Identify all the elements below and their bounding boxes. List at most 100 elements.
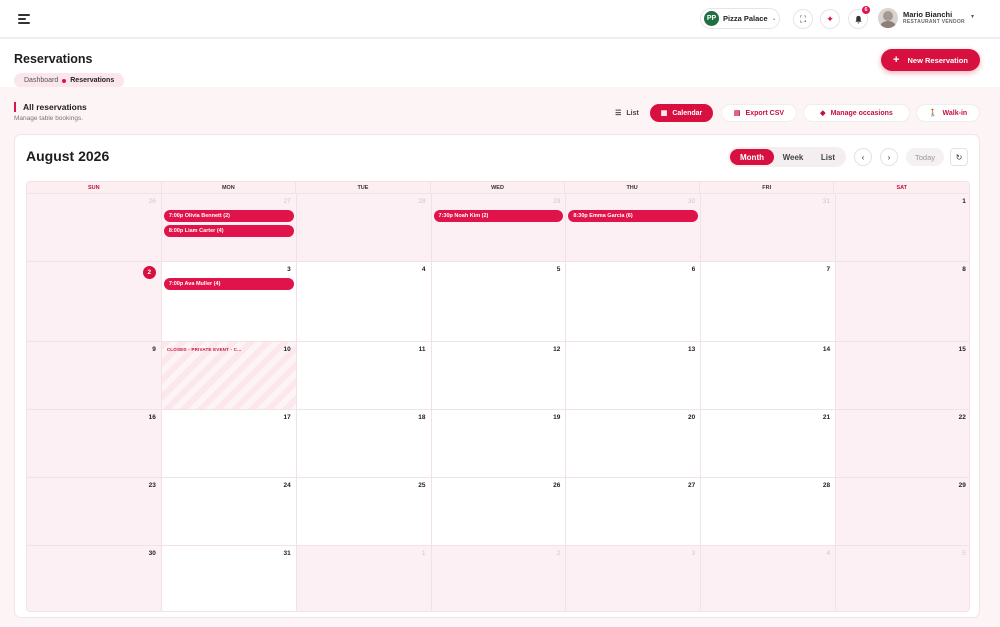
calendar-day-cell[interactable]: 24 bbox=[161, 478, 297, 545]
calendar-month-title: August 2026 bbox=[26, 148, 110, 164]
weekday-label: FRI bbox=[700, 182, 835, 193]
day-number: 30 bbox=[687, 198, 696, 205]
month-mode-button[interactable]: Month bbox=[730, 149, 774, 165]
calendar-day-cell[interactable]: 2 bbox=[431, 546, 567, 611]
new-reservation-label: New Reservation bbox=[907, 55, 968, 65]
fullscreen-button[interactable]: ⛶ bbox=[793, 9, 813, 29]
calendar-day-cell[interactable]: 29 bbox=[836, 478, 969, 545]
calendar-day-cell[interactable]: 3 7:00p Ava Muller (4) bbox=[161, 262, 297, 341]
day-number: 27 bbox=[283, 198, 291, 205]
day-number: 26 bbox=[553, 482, 561, 489]
calendar-day-cell[interactable]: 30 8:30p Emma Garcia (6) bbox=[566, 194, 702, 261]
weekday-label: SAT bbox=[896, 185, 908, 191]
calendar-day-cell[interactable]: 5 bbox=[836, 546, 969, 611]
list-mode-button[interactable]: List bbox=[812, 149, 844, 165]
day-number: 22 bbox=[958, 414, 966, 421]
notifications-button[interactable]: 6 bbox=[848, 5, 871, 29]
avatar[interactable] bbox=[878, 8, 898, 28]
calendar-day-cell[interactable]: 13 bbox=[566, 342, 702, 409]
calendar-day-cell[interactable]: 29 7:30p Noah Kim (2) bbox=[431, 194, 567, 261]
day-number: 31 bbox=[822, 198, 831, 205]
day-number: 17 bbox=[283, 414, 291, 421]
list-view-button[interactable]: ☰ List bbox=[608, 104, 646, 122]
calendar-day-cell[interactable]: 4 bbox=[296, 262, 432, 341]
user-menu-chevron-icon[interactable]: ▾ bbox=[971, 13, 974, 20]
day-number: 18 bbox=[418, 414, 426, 421]
calendar-day-cell[interactable]: 27 7:00p Olivia Bennett (2) 8:00p Liam Car… bbox=[161, 194, 297, 261]
calendar-day-cell[interactable]: 26 bbox=[27, 194, 162, 261]
walk-in-button[interactable]: 🚶 Walk-in bbox=[916, 104, 980, 122]
walking-person-icon: 🚶 bbox=[928, 110, 938, 117]
calendar-day-cell[interactable]: 28 bbox=[701, 478, 837, 545]
calendar-day-cell[interactable]: 1 bbox=[296, 546, 432, 611]
calendar-day-cell[interactable]: 8 bbox=[836, 262, 969, 341]
calendar-day-cell[interactable]: 21 bbox=[701, 410, 837, 477]
previous-month-button[interactable]: ‹ bbox=[854, 148, 872, 166]
ai-assistant-button[interactable]: ✦ bbox=[820, 9, 840, 29]
calendar-day-cell[interactable]: 31 bbox=[701, 194, 837, 261]
export-csv-button[interactable]: ▤ Export CSV bbox=[721, 104, 797, 122]
manage-occasions-button[interactable]: ◆ Manage occasions bbox=[803, 104, 910, 122]
day-number: 10 bbox=[283, 346, 291, 353]
calendar-day-cell[interactable]: 27 bbox=[566, 478, 702, 545]
day-number: 31 bbox=[283, 550, 291, 557]
refresh-button[interactable]: ↻ bbox=[950, 148, 968, 166]
calendar-day-cell[interactable]: 15 bbox=[836, 342, 969, 409]
calendar-day-cell[interactable]: 2 bbox=[27, 262, 162, 341]
calendar-day-cell[interactable]: 31 bbox=[161, 546, 297, 611]
day-number: 9 bbox=[152, 346, 156, 353]
calendar-day-cell[interactable]: 7 bbox=[701, 262, 837, 341]
calendar-day-cell[interactable]: 28 bbox=[296, 194, 432, 261]
calendar-day-cell[interactable]: 3 bbox=[566, 546, 702, 611]
menu-icon[interactable] bbox=[18, 14, 30, 24]
calendar-week-row: 23 24 25 26 27 28 29 bbox=[27, 478, 969, 546]
file-icon: ▤ bbox=[733, 110, 741, 117]
user-role: RESTAURANT VENDOR bbox=[903, 19, 965, 25]
day-number: 26 bbox=[148, 198, 156, 205]
calendar-day-cell[interactable]: 1 bbox=[836, 194, 969, 261]
calendar-day-cell[interactable]: 20 bbox=[566, 410, 702, 477]
calendar-day-cell[interactable]: 10 CLOSED - PRIVATE EVENT - C... bbox=[161, 342, 297, 409]
day-number: 23 bbox=[148, 482, 156, 489]
calendar-day-cell[interactable]: 30 bbox=[27, 546, 162, 611]
calendar-view-button[interactable]: ▦ Calendar bbox=[650, 104, 713, 122]
calendar-day-cell[interactable]: 9 bbox=[27, 342, 162, 409]
week-mode-button[interactable]: Week bbox=[774, 149, 812, 165]
calendar-day-cell[interactable]: 17 bbox=[161, 410, 297, 477]
day-number: 24 bbox=[283, 482, 291, 489]
calendar-day-cell[interactable]: 5 bbox=[431, 262, 567, 341]
new-reservation-button[interactable]: + New Reservation bbox=[881, 49, 980, 71]
reservation-event[interactable]: 8:00p Liam Carter (4) bbox=[163, 225, 294, 237]
calendar-day-cell[interactable]: 25 bbox=[296, 478, 432, 545]
reservation-event[interactable]: 8:30p Emma Garcia (6) bbox=[568, 210, 699, 222]
today-button[interactable]: Today bbox=[906, 148, 944, 166]
day-number: 12 bbox=[553, 346, 561, 353]
calendar-day-cell[interactable]: 26 bbox=[431, 478, 567, 545]
calendar-day-cell[interactable]: 11 bbox=[296, 342, 432, 409]
calendar-day-cell[interactable]: 14 bbox=[701, 342, 837, 409]
reservation-event[interactable]: 7:00p Ava Muller (4) bbox=[163, 278, 294, 290]
day-number: 3 bbox=[287, 266, 291, 273]
sparkle-icon: ✦ bbox=[826, 13, 834, 24]
chevron-down-icon: ⌄ bbox=[771, 16, 777, 22]
page-header: Reservations Dashboard Reservations + Ne… bbox=[0, 39, 1000, 88]
breadcrumb-dashboard-link[interactable]: Dashboard bbox=[24, 77, 58, 84]
reservation-event[interactable]: 7:30p Noah Kim (2) bbox=[433, 210, 564, 222]
calendar-day-cell[interactable]: 18 bbox=[296, 410, 432, 477]
calendar-grid: SUN MON TUE WED THU FRI SAT 26 27 7:00p Olivia B… bbox=[26, 181, 970, 612]
day-number: 5 bbox=[556, 266, 561, 273]
export-csv-label: Export CSV bbox=[745, 109, 785, 117]
calendar-day-cell[interactable]: 23 bbox=[27, 478, 162, 545]
page-title: Reservations bbox=[14, 52, 93, 66]
day-number: 30 bbox=[148, 550, 156, 557]
calendar-day-cell[interactable]: 22 bbox=[836, 410, 969, 477]
calendar-day-cell[interactable]: 16 bbox=[27, 410, 162, 477]
calendar-day-cell[interactable]: 4 bbox=[701, 546, 837, 611]
next-month-button[interactable]: › bbox=[880, 148, 898, 166]
calendar-day-cell[interactable]: 6 bbox=[566, 262, 702, 341]
restaurant-switcher[interactable]: PP Pizza Palace ⌄ bbox=[700, 8, 780, 29]
day-number: 11 bbox=[418, 346, 426, 353]
calendar-day-cell[interactable]: 12 bbox=[431, 342, 567, 409]
reservation-event[interactable]: 7:00p Olivia Bennett (2) bbox=[163, 210, 294, 222]
calendar-day-cell[interactable]: 19 bbox=[431, 410, 567, 477]
